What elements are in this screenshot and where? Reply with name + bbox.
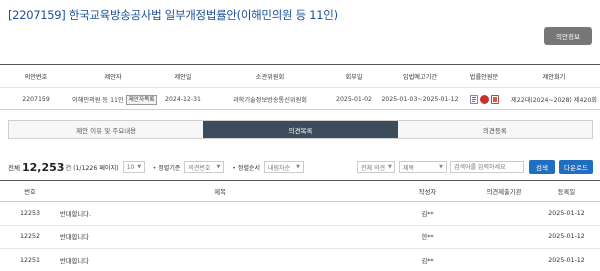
row-title[interactable]: 반대합니다. xyxy=(60,209,380,218)
row-title[interactable]: 반대합니다 xyxy=(60,256,380,265)
total-label: 전체 xyxy=(8,164,20,172)
header-session: 제안회기 xyxy=(542,73,566,81)
order-label: 정렬순서 xyxy=(232,163,260,172)
page-title: [2207159] 한국교육방송공사법 일부개정법률안(이해민의원 등 11인) xyxy=(8,8,338,22)
referral-date: 2025-01-02 xyxy=(336,96,372,103)
row-no: 12251 xyxy=(19,256,41,264)
chevron-down-icon: ▼ xyxy=(388,164,392,170)
search-field-select[interactable]: 제목 ▼ xyxy=(399,161,447,173)
bill-info-value-row: 2207159 이해민의원 등 11인 제안자목록 2024-12-31 과학기술… xyxy=(0,88,600,111)
search-scope-select[interactable]: 전체 의견 ▼ xyxy=(357,161,395,173)
session: 제22대(2024~2028) 제420회 xyxy=(511,97,597,104)
header-notice-period: 입법예고기간 xyxy=(402,73,438,81)
chevron-down-icon: ▼ xyxy=(439,164,443,170)
doc-icon[interactable] xyxy=(490,95,499,104)
row-author: 김** xyxy=(421,257,434,265)
bill-info-table: 의안번호 제안자 제안일 소관위원회 회부일 입법예고기간 법률안원문 제안회기… xyxy=(0,64,600,110)
order-select[interactable]: 내림차순 ▼ xyxy=(264,161,305,173)
search-input[interactable] xyxy=(450,161,524,173)
search-button[interactable]: 검색 xyxy=(529,160,555,174)
row-title[interactable]: 반대합니다 xyxy=(60,232,380,241)
tab-opinion-list[interactable]: 의견목록 xyxy=(203,121,398,138)
sort-value: 의견번호 xyxy=(188,164,211,172)
header-proposer: 제안자 xyxy=(104,73,122,81)
download-button[interactable]: 다운로드 xyxy=(559,160,593,174)
sort-label: 정렬기준 xyxy=(153,163,180,172)
search-group: 전체 의견▼ 제목▼ 검색 다운로드 xyxy=(353,160,593,174)
header-committee: 소관위원회 xyxy=(255,73,285,81)
hwp-icon[interactable] xyxy=(469,95,478,104)
sort-select[interactable]: 의견번호 ▼ xyxy=(184,161,225,173)
chevron-down-icon: ▼ xyxy=(137,164,142,170)
order-value: 내림차순 xyxy=(268,164,291,172)
proposer-cell: 이해민의원 등 11인 제안자목록 xyxy=(72,94,158,105)
search-field-value: 제목 xyxy=(403,164,415,172)
col-author: 작성자 xyxy=(418,188,437,196)
col-org: 의견제출기관 xyxy=(486,188,522,196)
opinion-list: 번호 제목 작성자 의견제출기관 등록일 12253 반대합니다. 김** 20… xyxy=(0,180,600,271)
row-date: 2025-01-12 xyxy=(548,256,585,264)
bill-no: 2207159 xyxy=(22,96,50,103)
chevron-down-icon: ▼ xyxy=(216,164,221,170)
bill-info-header-row: 의안번호 제안자 제안일 소관위원회 회부일 입법예고기간 법률안원문 제안회기 xyxy=(0,65,600,88)
tab-opinion-register[interactable]: 의견등록 xyxy=(397,121,592,138)
committee: 과학기술정보방송통신위원회 xyxy=(232,97,307,104)
proposed-date: 2024-12-31 xyxy=(165,96,201,103)
bill-info-button[interactable]: 의안정보 xyxy=(544,27,592,45)
proposer-list-button[interactable]: 제안자목록 xyxy=(125,94,158,105)
chevron-down-icon: ▼ xyxy=(296,164,301,170)
tab-bar: 제안 이유 및 주요내용 의견목록 의견등록 xyxy=(8,120,593,139)
notice-period: 2025-01-03~2025-01-12 xyxy=(381,96,459,103)
row-no: 12253 xyxy=(19,209,41,217)
page-size-select[interactable]: 10 ▼ xyxy=(122,161,145,173)
row-date: 2025-01-12 xyxy=(548,233,585,241)
row-date: 2025-01-12 xyxy=(548,209,585,217)
list-toolbar: 전체 12,253 건 (1/1226 페이지) 10▼ 정렬기준 의견번호▼ … xyxy=(8,160,593,174)
header-proposed-date: 제안일 xyxy=(174,73,192,81)
header-law-text: 법률안원문 xyxy=(469,73,499,81)
col-title: 제목 xyxy=(214,188,226,196)
table-row[interactable]: 12252 반대합니다 한** 2025-01-12 xyxy=(0,226,600,249)
pdf-icon[interactable] xyxy=(479,95,489,104)
opinion-list-header: 번호 제목 작성자 의견제출기관 등록일 xyxy=(0,181,600,202)
row-author: 한** xyxy=(421,234,434,242)
header-referral-date: 회부일 xyxy=(345,73,363,81)
search-scope-value: 전체 의견 xyxy=(361,164,385,172)
paging-info: 건 (1/1226 페이지) xyxy=(65,164,119,172)
tab-reason[interactable]: 제안 이유 및 주요내용 xyxy=(9,121,204,138)
proposer: 이해민의원 등 11인 xyxy=(72,96,124,104)
row-no: 12252 xyxy=(19,233,41,241)
table-row[interactable]: 12253 반대합니다. 김** 2025-01-12 xyxy=(0,202,600,226)
col-date: 등록일 xyxy=(557,188,576,196)
col-no: 번호 xyxy=(24,188,36,196)
table-row[interactable]: 12251 반대합니다 김** 2025-01-12 xyxy=(0,249,600,271)
page-size-value: 10 xyxy=(126,163,135,171)
header-bill-no: 의안번호 xyxy=(24,73,48,81)
law-text-icons xyxy=(460,95,508,104)
row-author: 김** xyxy=(421,210,434,218)
total-count: 12,253 xyxy=(21,160,65,174)
